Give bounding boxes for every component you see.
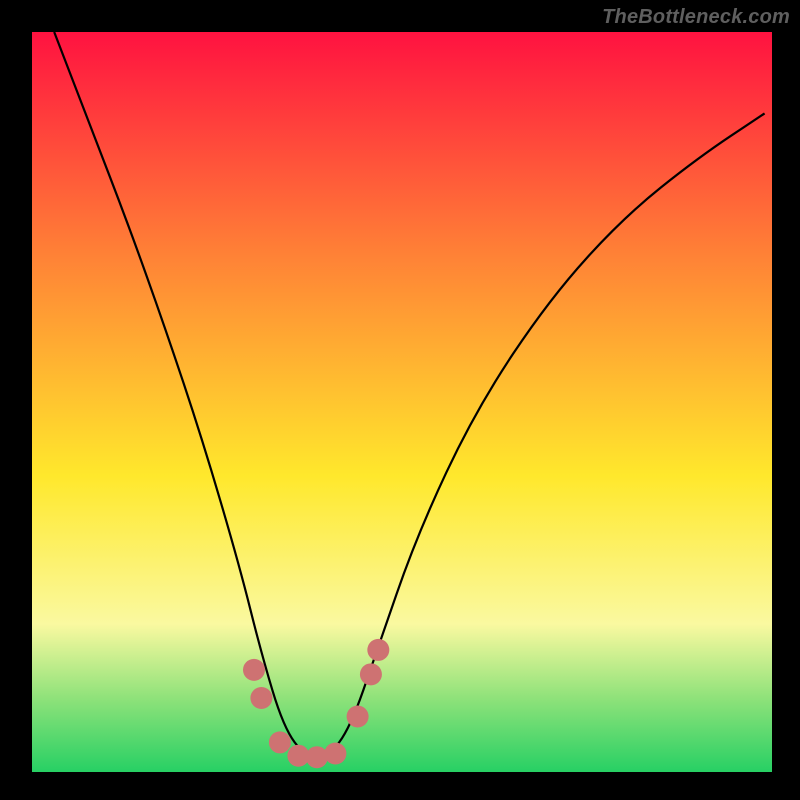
curve-marker xyxy=(360,663,382,685)
curve-marker xyxy=(324,743,346,765)
curve-marker xyxy=(367,639,389,661)
curve-marker xyxy=(306,746,328,768)
chart-frame: TheBottleneck.com xyxy=(0,0,800,800)
chart-svg xyxy=(32,32,772,772)
gradient-background xyxy=(32,32,772,772)
watermark-label: TheBottleneck.com xyxy=(602,6,790,29)
curve-marker xyxy=(250,687,272,709)
curve-marker xyxy=(269,731,291,753)
curve-marker xyxy=(347,706,369,728)
curve-marker xyxy=(243,659,265,681)
plot-area xyxy=(32,32,772,772)
